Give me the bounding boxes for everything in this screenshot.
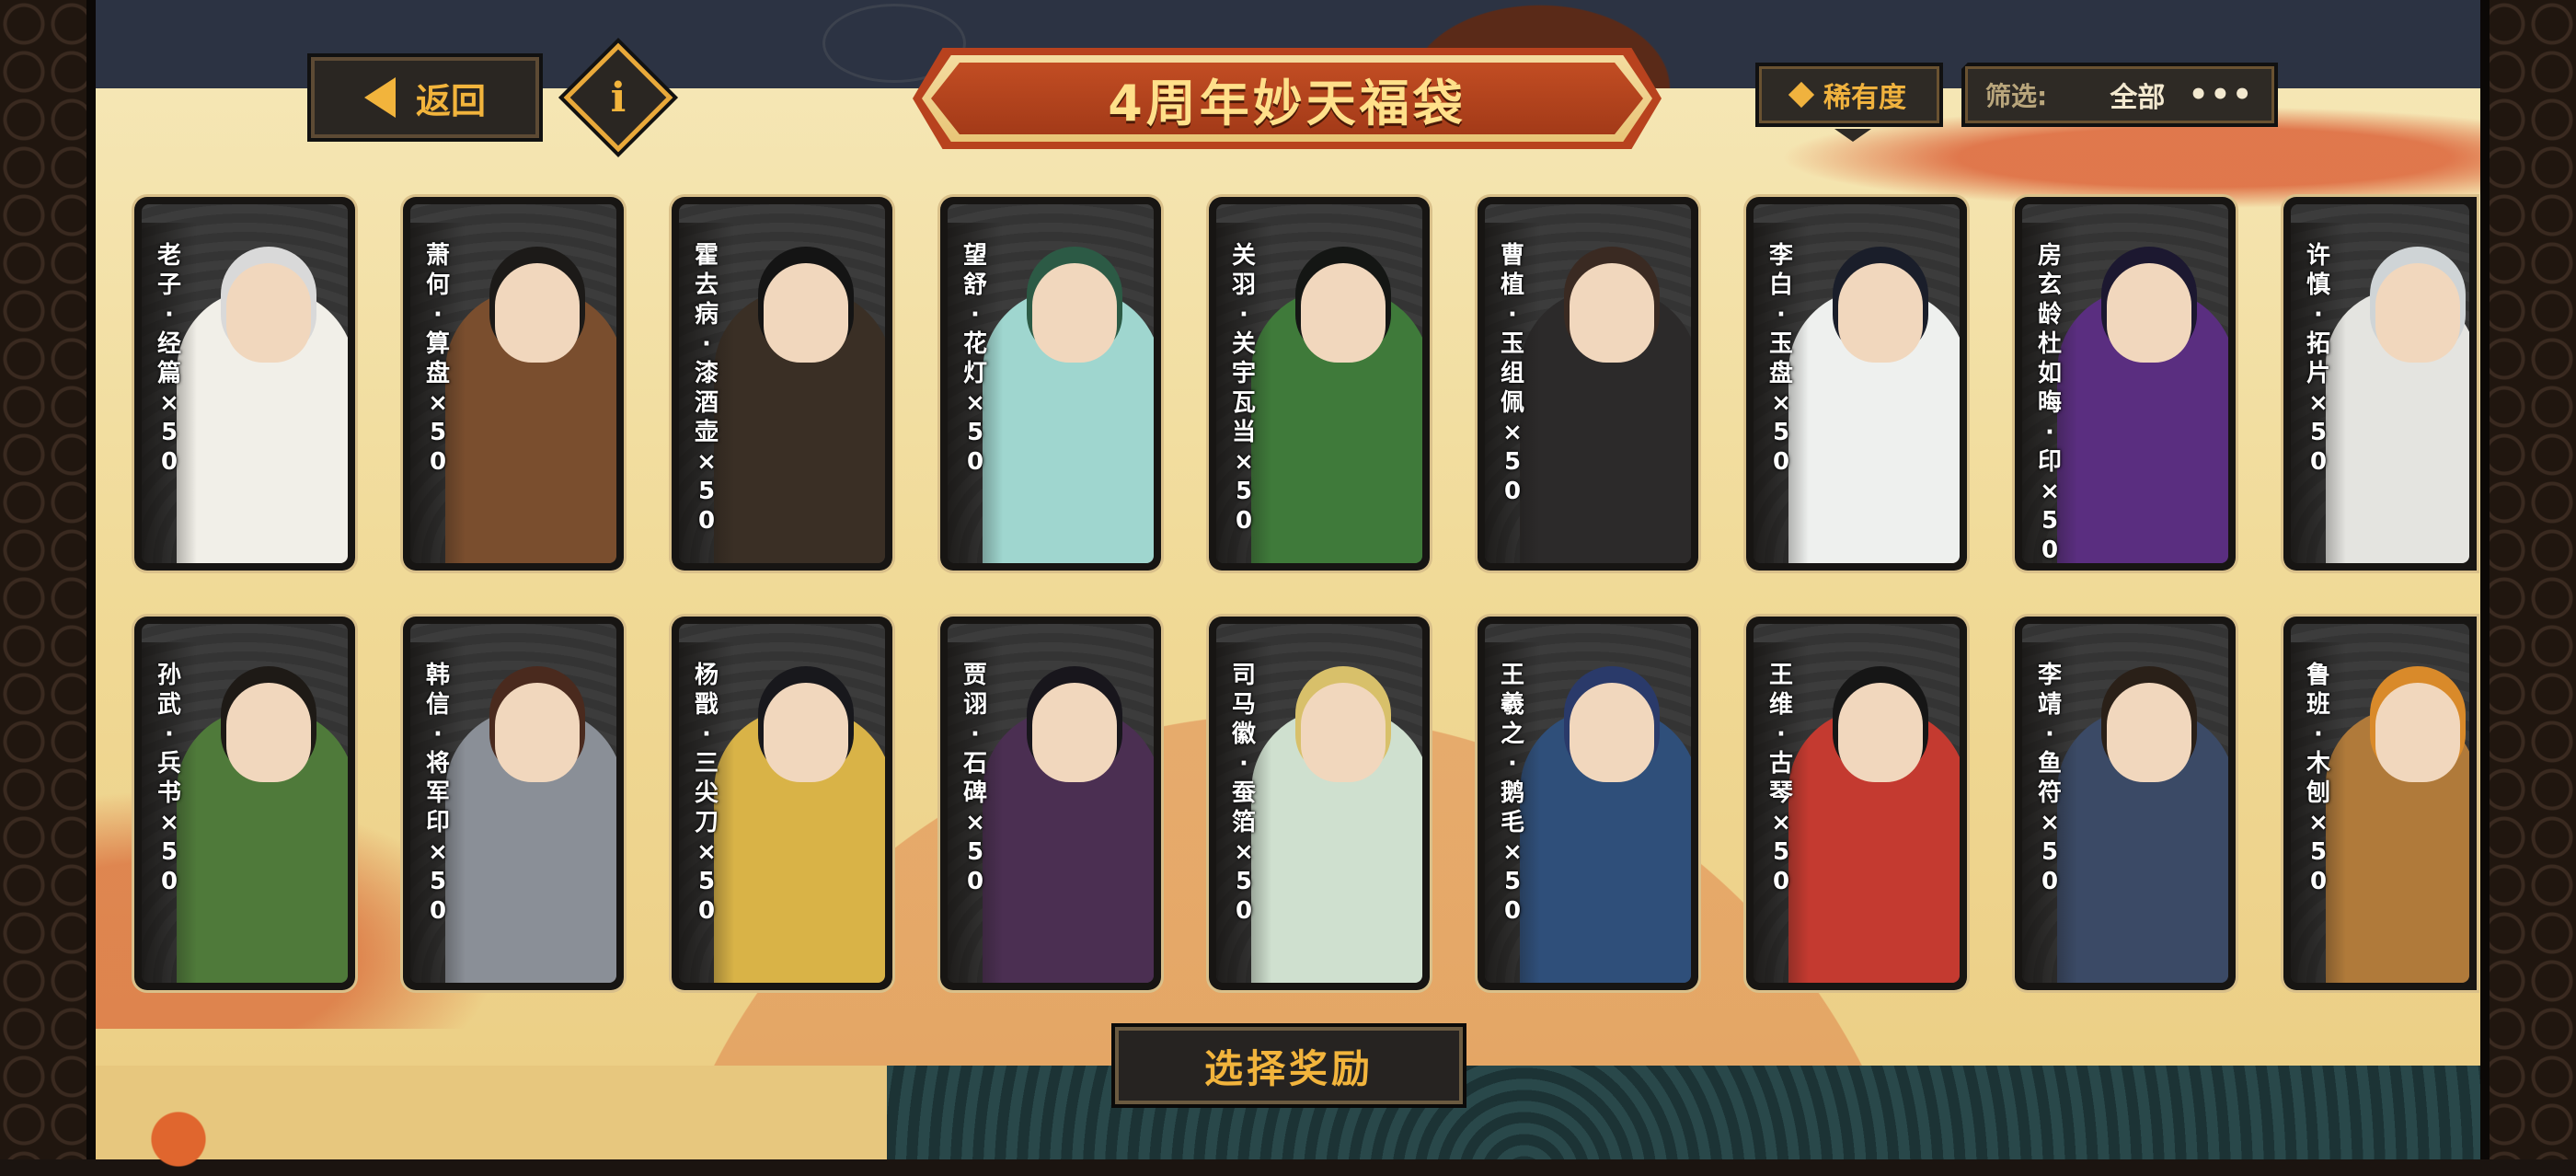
reward-card[interactable]: 曹植 · 玉组佩 × 5 0	[1478, 197, 1698, 571]
character-head	[495, 683, 580, 782]
reward-card[interactable]: 李白 · 玉盘 × 5 0	[1746, 197, 1967, 571]
card-item-label: 鲁班 · 木刨 × 5 0	[2306, 662, 2330, 895]
card-item-label: 老子 · 经篇 × 5 0	[156, 242, 181, 476]
card-item-label: 韩信 · 将军印 × 5 0	[425, 662, 450, 925]
reward-card[interactable]: 李靖 · 鱼符 × 5 0	[2015, 617, 2236, 990]
character-head	[764, 263, 848, 363]
card-item-label: 曹植 · 玉组佩 × 5 0	[1500, 242, 1524, 505]
reward-card[interactable]: 霍去病 · 漆酒壶 × 5 0	[672, 197, 892, 571]
card-item-label: 萧何 · 算盘 × 5 0	[425, 242, 450, 476]
reward-card[interactable]: 司马徽 · 蚕箔 × 5 0	[1209, 617, 1430, 990]
back-button-label: 返回	[415, 80, 486, 121]
reward-card[interactable]: 王维 · 古琴 × 5 0	[1746, 617, 1967, 990]
rarity-sort-button[interactable]: 稀有度	[1755, 63, 1943, 142]
character-portrait: 王维 · 古琴 × 5 0	[1754, 624, 1960, 983]
character-portrait: 萧何 · 算盘 × 5 0	[410, 204, 616, 563]
page-title: 4周年妙天福袋	[931, 63, 1643, 134]
card-item-label: 孙武 · 兵书 × 5 0	[156, 662, 181, 895]
reward-card[interactable]: 房玄龄杜如晦 · 印 × 5 0	[2015, 197, 2236, 571]
character-head	[1301, 263, 1386, 363]
back-button[interactable]: 返回	[307, 53, 543, 142]
character-portrait: 曹植 · 玉组佩 × 5 0	[1485, 204, 1691, 563]
card-item-label: 望舒 · 花灯 × 5 0	[962, 242, 987, 476]
select-reward-button[interactable]: 选择奖励	[1111, 1023, 1466, 1108]
character-portrait: 孙武 · 兵书 × 5 0	[142, 624, 348, 983]
right-ornament-frame	[2480, 0, 2576, 1159]
card-item-label: 王羲之 · 鹅毛 × 5 0	[1500, 662, 1524, 925]
filter-value: 全部	[2110, 82, 2166, 114]
character-head	[1838, 263, 1923, 363]
filter-dropdown[interactable]: 筛选: 全部 •••	[1961, 63, 2278, 127]
card-item-label: 房玄龄杜如晦 · 印 × 5 0	[2037, 242, 2062, 563]
more-options-icon[interactable]: •••	[2189, 76, 2254, 113]
reward-card[interactable]: 杨戬 · 三尖刀 × 5 0	[672, 617, 892, 990]
character-portrait: 望舒 · 花灯 × 5 0	[948, 204, 1154, 563]
character-head	[2107, 263, 2191, 363]
reward-card[interactable]: 关羽 · 关宇瓦当 × 5 0	[1209, 197, 1430, 571]
diamond-icon	[1788, 81, 1815, 109]
character-head	[226, 263, 311, 363]
character-head	[1032, 683, 1117, 782]
info-icon: i	[610, 74, 627, 121]
character-portrait: 鲁班 · 木刨 × 5 0	[2291, 624, 2469, 983]
reward-card[interactable]: 孙武 · 兵书 × 5 0	[134, 617, 355, 990]
character-portrait: 李靖 · 鱼符 × 5 0	[2022, 624, 2228, 983]
reward-card[interactable]: 许慎 · 拓片 × 5 0	[2283, 197, 2477, 571]
character-portrait: 韩信 · 将军印 × 5 0	[410, 624, 616, 983]
character-head	[2375, 683, 2460, 782]
character-head	[1570, 683, 1654, 782]
rarity-sort-label: 稀有度	[1823, 82, 1906, 114]
character-head	[495, 263, 580, 363]
card-item-label: 王维 · 古琴 × 5 0	[1768, 662, 1793, 895]
tree-decoration	[123, 1102, 234, 1176]
chevron-left-icon	[363, 77, 396, 118]
card-item-label: 霍去病 · 漆酒壶 × 5 0	[694, 242, 719, 535]
card-item-label: 杨戬 · 三尖刀 × 5 0	[694, 662, 719, 925]
character-head	[1301, 683, 1386, 782]
character-head	[1570, 263, 1654, 363]
character-portrait: 许慎 · 拓片 × 5 0	[2291, 204, 2469, 563]
reward-card[interactable]: 王羲之 · 鹅毛 × 5 0	[1478, 617, 1698, 990]
filter-label: 筛选:	[1985, 81, 2048, 111]
character-head	[1032, 263, 1117, 363]
reward-card[interactable]: 贾诩 · 石碑 × 5 0	[940, 617, 1161, 990]
card-item-label: 司马徽 · 蚕箔 × 5 0	[1231, 662, 1256, 925]
card-item-label: 贾诩 · 石碑 × 5 0	[962, 662, 987, 895]
card-item-label: 许慎 · 拓片 × 5 0	[2306, 242, 2330, 476]
reward-card[interactable]: 鲁班 · 木刨 × 5 0	[2283, 617, 2477, 990]
left-ornament-frame	[0, 0, 96, 1159]
character-portrait: 霍去病 · 漆酒壶 × 5 0	[679, 204, 885, 563]
reward-card[interactable]: 韩信 · 将军印 × 5 0	[403, 617, 624, 990]
card-item-label: 李靖 · 鱼符 × 5 0	[2037, 662, 2062, 895]
character-head	[2375, 263, 2460, 363]
reward-card[interactable]: 老子 · 经篇 × 5 0	[134, 197, 355, 571]
card-item-label: 李白 · 玉盘 × 5 0	[1768, 242, 1793, 476]
character-portrait: 贾诩 · 石碑 × 5 0	[948, 624, 1154, 983]
character-portrait: 杨戬 · 三尖刀 × 5 0	[679, 624, 885, 983]
reward-card[interactable]: 望舒 · 花灯 × 5 0	[940, 197, 1161, 571]
character-portrait: 房玄龄杜如晦 · 印 × 5 0	[2022, 204, 2228, 563]
character-head	[2107, 683, 2191, 782]
character-portrait: 关羽 · 关宇瓦当 × 5 0	[1216, 204, 1422, 563]
character-portrait: 李白 · 玉盘 × 5 0	[1754, 204, 1960, 563]
character-head	[764, 683, 848, 782]
character-head	[1838, 683, 1923, 782]
character-head	[226, 683, 311, 782]
character-portrait: 司马徽 · 蚕箔 × 5 0	[1216, 624, 1422, 983]
card-item-label: 关羽 · 关宇瓦当 × 5 0	[1231, 242, 1256, 535]
reward-card[interactable]: 萧何 · 算盘 × 5 0	[403, 197, 624, 571]
character-portrait: 王羲之 · 鹅毛 × 5 0	[1485, 624, 1691, 983]
character-portrait: 老子 · 经篇 × 5 0	[142, 204, 348, 563]
